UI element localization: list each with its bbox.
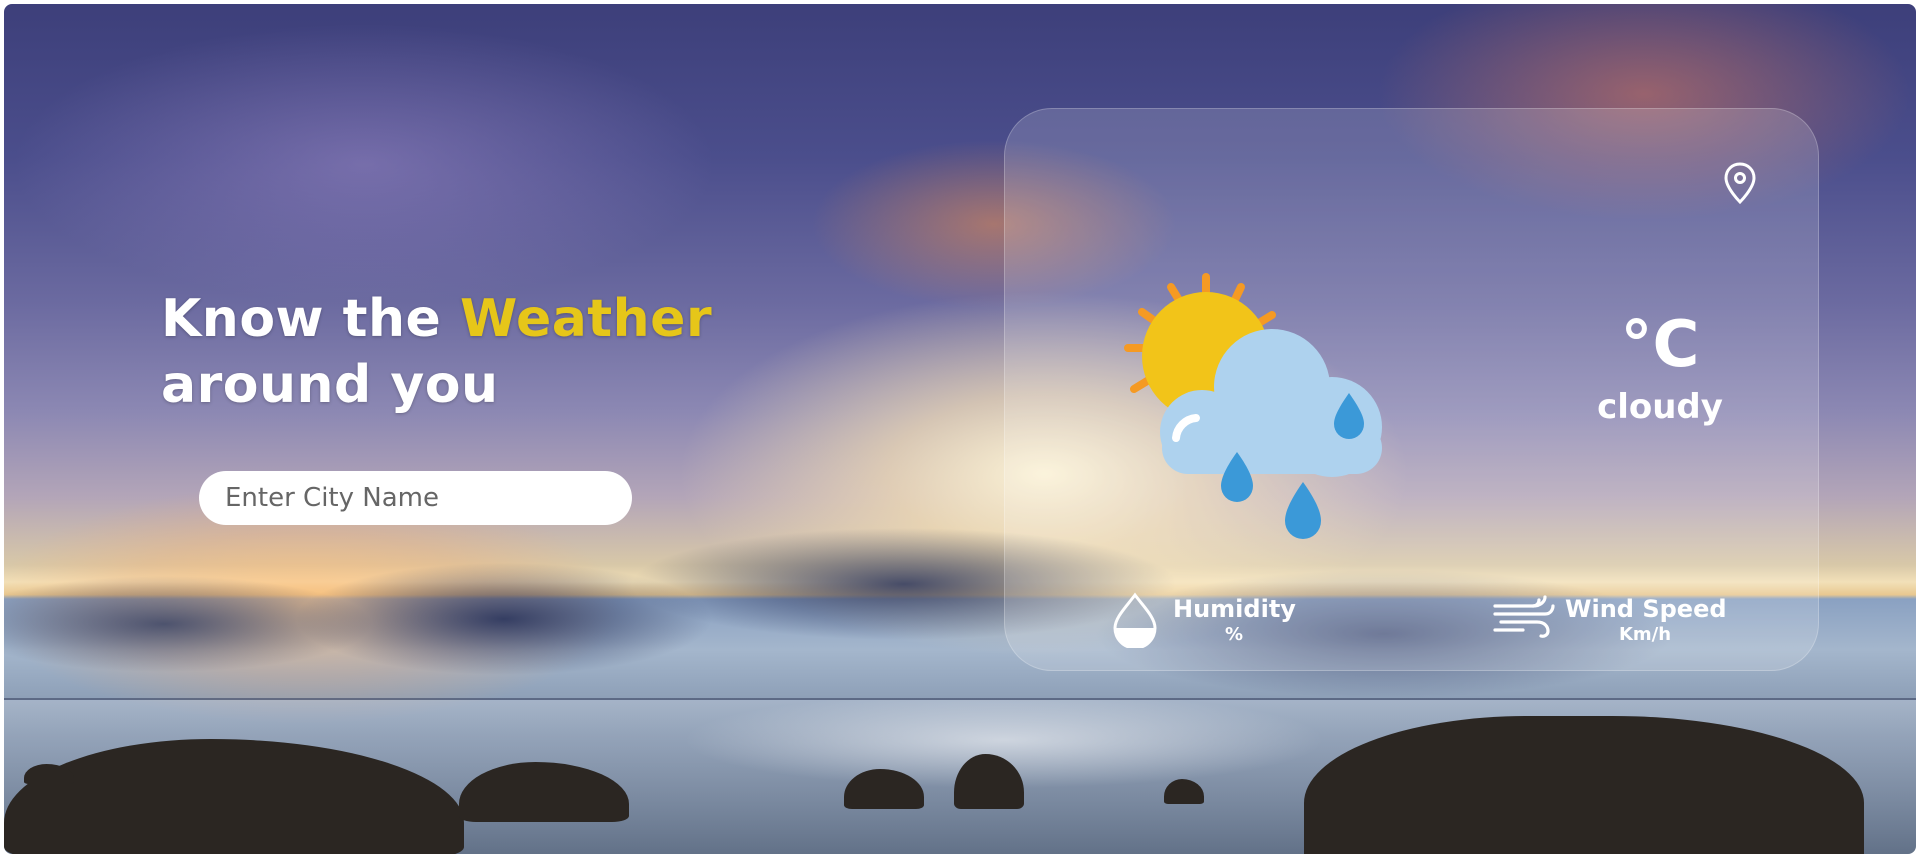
headline-text-line2: around you bbox=[161, 355, 499, 415]
location-pin-icon[interactable] bbox=[1722, 161, 1758, 205]
app-background: Know the Weather around you Enter City N… bbox=[4, 4, 1916, 854]
weather-card: °C cloudy Humidity % Wind Speed Km/h bbox=[1004, 108, 1819, 671]
droplet-icon bbox=[1113, 592, 1157, 648]
humidity-stat: Humidity % bbox=[1111, 587, 1321, 648]
headline-text: Know the bbox=[161, 289, 460, 349]
wind-speed-unit: Km/h bbox=[1618, 624, 1672, 645]
wind-icon bbox=[1493, 595, 1555, 638]
wind-speed-label: Wind Speed bbox=[1565, 595, 1727, 623]
wind-stat: Wind Speed Km/h bbox=[1493, 587, 1733, 647]
sun-cloud-rain-icon bbox=[1124, 273, 1382, 539]
humidity-unit: % bbox=[1224, 624, 1244, 645]
page-headline: Know the Weather around you bbox=[161, 286, 712, 418]
humidity-label: Humidity bbox=[1173, 595, 1296, 623]
city-search-input[interactable] bbox=[199, 471, 632, 525]
headline-accent: Weather bbox=[459, 289, 713, 349]
temperature-value: °C bbox=[1620, 308, 1700, 382]
weather-condition: cloudy bbox=[1597, 387, 1723, 427]
